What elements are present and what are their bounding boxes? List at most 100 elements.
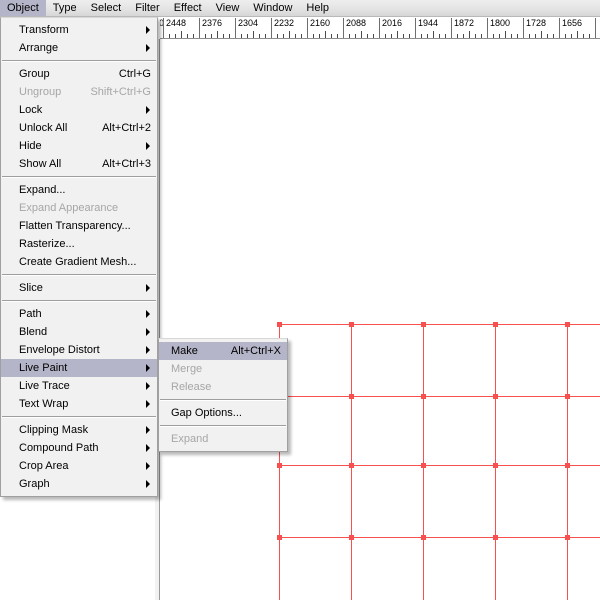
object-menu-item-hide[interactable]: Hide [1, 137, 157, 155]
menu-bar[interactable]: Object Type Select Filter Effect View Window He… [0, 0, 600, 17]
ruler-tick-minor [505, 31, 506, 38]
object-menu-item-expand[interactable]: Expand... [1, 181, 157, 199]
submenu-arrow-icon [146, 284, 150, 292]
ruler-tick-major [487, 18, 488, 38]
ruler-tick-minor [217, 31, 218, 38]
ruler-label: 2448 [166, 18, 187, 28]
ruler-tick-minor [265, 34, 266, 38]
object-menu-separator [2, 416, 156, 418]
artwork-vertical-path[interactable] [423, 324, 424, 600]
object-menu-item-blend[interactable]: Blend [1, 323, 157, 341]
menu-item-label: Expand... [19, 183, 66, 196]
anchor-point[interactable] [565, 322, 570, 327]
ruler-tick-minor [565, 34, 566, 38]
menu-item-label: Hide [19, 139, 42, 152]
object-menu-item-envelope-distort[interactable]: Envelope Distort [1, 341, 157, 359]
menu-item-label: Live Paint [19, 361, 68, 374]
object-dropdown-menu[interactable]: Transform Arrange Group Ctrl+G Ungroup Shift+… [0, 17, 158, 497]
submenu-arrow-icon [146, 400, 150, 408]
live-paint-item-merge: Merge [159, 360, 287, 378]
object-menu-item-slice[interactable]: Slice [1, 279, 157, 297]
menubar-item-effect[interactable]: Effect [167, 0, 209, 16]
object-menu-item-clipping-mask[interactable]: Clipping Mask [1, 421, 157, 439]
object-menu-item-graph[interactable]: Graph [1, 475, 157, 493]
object-menu-item-create-gradient-mesh[interactable]: Create Gradient Mesh... [1, 253, 157, 271]
anchor-point[interactable] [493, 394, 498, 399]
object-menu-item-group[interactable]: Group Ctrl+G [1, 65, 157, 83]
menu-item-label: Arrange [19, 41, 59, 54]
object-menu-item-show-all[interactable]: Show All Alt+Ctrl+3 [1, 155, 157, 173]
ruler-tick-major [415, 18, 416, 38]
ruler-tick-minor [205, 34, 206, 38]
anchor-point[interactable] [277, 322, 282, 327]
object-menu-item-crop-area[interactable]: Crop Area [1, 457, 157, 475]
artwork-horizontal-path[interactable] [279, 537, 600, 538]
object-menu-item-rasterize[interactable]: Rasterize... [1, 235, 157, 253]
anchor-point[interactable] [565, 535, 570, 540]
object-menu-item-lock[interactable]: Lock [1, 101, 157, 119]
object-menu-item-arrange[interactable]: Arrange [1, 39, 157, 57]
artwork-vertical-path[interactable] [567, 324, 568, 600]
artwork-horizontal-path[interactable] [279, 324, 600, 325]
anchor-point[interactable] [421, 322, 426, 327]
ruler-tick-minor [175, 34, 176, 38]
ruler-tick-minor [259, 34, 260, 38]
ruler-tick-major [451, 18, 452, 38]
menubar-item-filter[interactable]: Filter [128, 0, 166, 16]
anchor-point[interactable] [349, 322, 354, 327]
ruler-tick-major [595, 18, 596, 38]
ruler-tick-minor [211, 34, 212, 38]
anchor-point[interactable] [493, 535, 498, 540]
menubar-item-object[interactable]: Object [0, 0, 46, 16]
object-menu-item-compound-path[interactable]: Compound Path [1, 439, 157, 457]
menubar-item-window[interactable]: Window [246, 0, 299, 16]
artwork-vertical-path[interactable] [351, 324, 352, 600]
object-menu-item-unlock-all[interactable]: Unlock All Alt+Ctrl+2 [1, 119, 157, 137]
menubar-item-view[interactable]: View [209, 0, 247, 16]
live-paint-submenu[interactable]: Make Alt+Ctrl+X Merge Release Gap Options...… [158, 338, 288, 452]
ruler-tick-minor [535, 34, 536, 38]
anchor-point[interactable] [277, 463, 282, 468]
ruler-tick-major [379, 18, 380, 38]
anchor-point[interactable] [565, 394, 570, 399]
menu-item-label: Make [171, 344, 198, 357]
anchor-point[interactable] [421, 535, 426, 540]
object-menu-item-live-trace[interactable]: Live Trace [1, 377, 157, 395]
anchor-point[interactable] [421, 463, 426, 468]
object-menu-separator [2, 60, 156, 62]
artwork-horizontal-path[interactable] [279, 396, 600, 397]
anchor-point[interactable] [421, 394, 426, 399]
anchor-point[interactable] [349, 535, 354, 540]
horizontal-ruler[interactable]: 0244823762304223221602088201619441872180… [160, 17, 600, 39]
anchor-point[interactable] [493, 463, 498, 468]
menu-item-label: Text Wrap [19, 397, 69, 410]
menu-item-label: Gap Options... [171, 406, 242, 419]
ruler-tick-minor [301, 34, 302, 38]
ruler-tick-minor [223, 34, 224, 38]
ruler-tick-minor [463, 34, 464, 38]
submenu-arrow-icon [146, 364, 150, 372]
object-menu-item-live-paint[interactable]: Live Paint [1, 359, 157, 377]
menubar-item-select[interactable]: Select [84, 0, 129, 16]
artwork-vertical-path[interactable] [495, 324, 496, 600]
ruler-tick-minor [421, 34, 422, 38]
object-menu-item-transform[interactable]: Transform [1, 21, 157, 39]
object-menu-item-flatten-transparency[interactable]: Flatten Transparency... [1, 217, 157, 235]
artwork-horizontal-path[interactable] [279, 465, 600, 466]
live-paint-item-make[interactable]: Make Alt+Ctrl+X [159, 342, 287, 360]
object-menu-item-path[interactable]: Path [1, 305, 157, 323]
menubar-item-help[interactable]: Help [299, 0, 336, 16]
anchor-point[interactable] [349, 463, 354, 468]
object-menu-item-text-wrap[interactable]: Text Wrap [1, 395, 157, 413]
live-paint-item-gap-options[interactable]: Gap Options... [159, 404, 287, 422]
ruler-label: 2088 [346, 18, 367, 28]
menu-item-label: Create Gradient Mesh... [19, 255, 137, 268]
anchor-point[interactable] [565, 463, 570, 468]
menubar-item-type[interactable]: Type [46, 0, 84, 16]
anchor-point[interactable] [277, 535, 282, 540]
object-menu-separator [2, 274, 156, 276]
ruler-tick-minor [367, 34, 368, 38]
anchor-point[interactable] [349, 394, 354, 399]
ruler-tick-minor [583, 34, 584, 38]
anchor-point[interactable] [493, 322, 498, 327]
